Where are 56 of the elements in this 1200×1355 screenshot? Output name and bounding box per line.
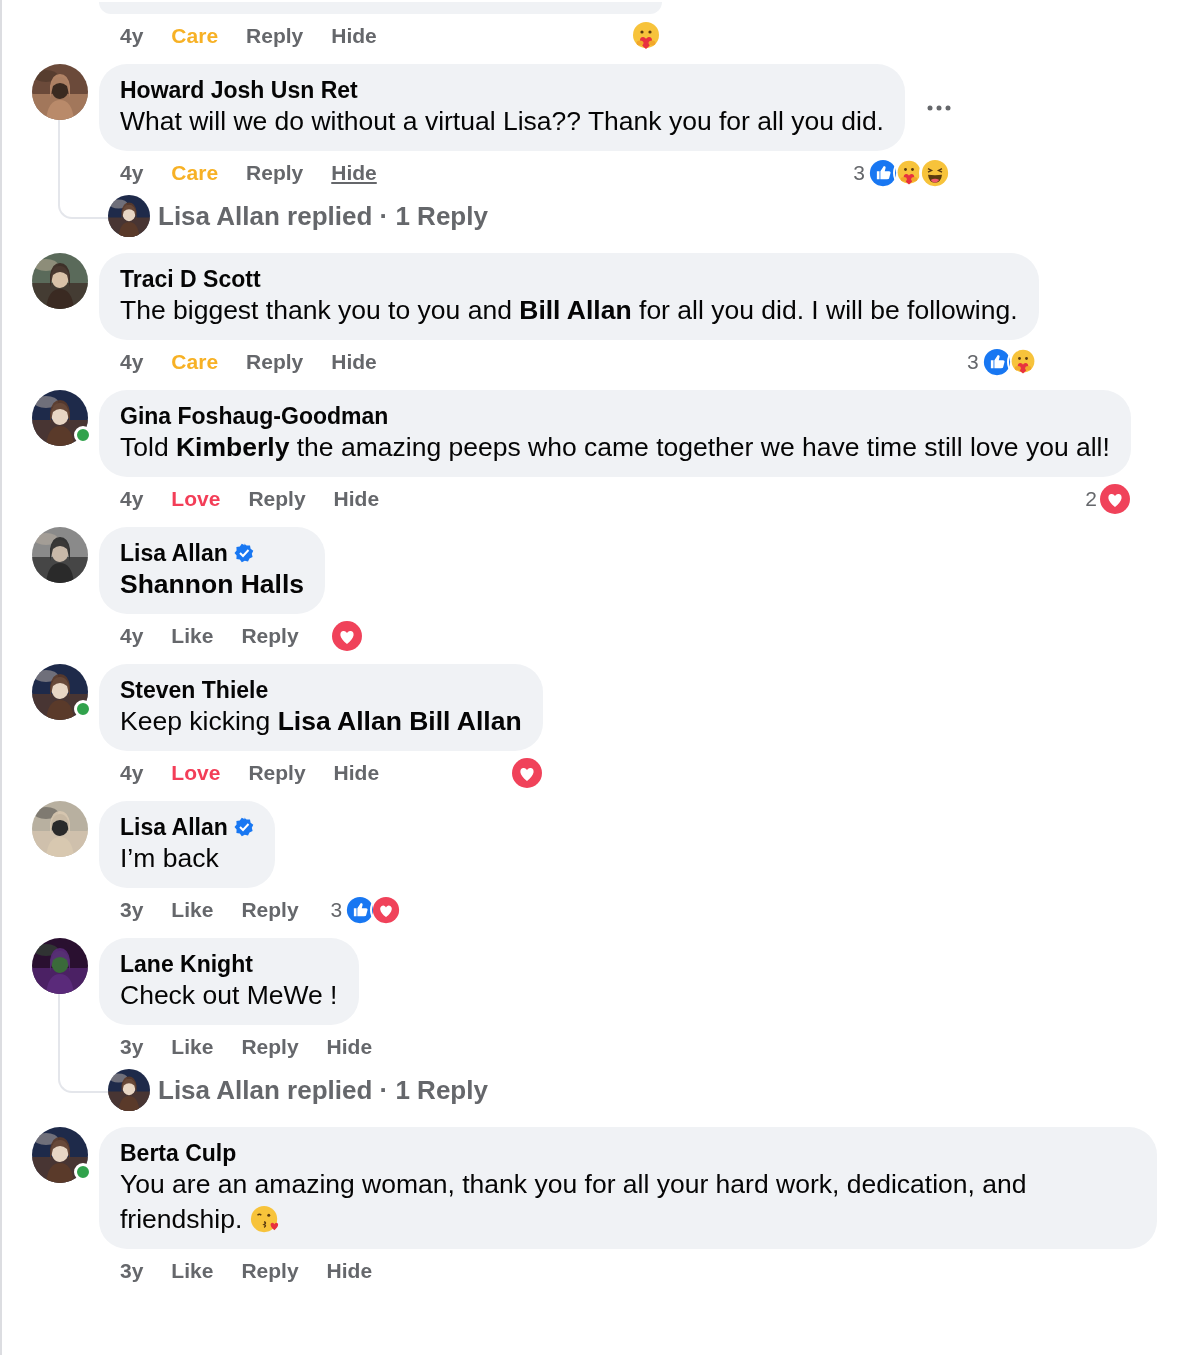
replies-summary[interactable]: Lisa Allan replied · 1 Reply [158, 1070, 488, 1110]
more-options-icon[interactable] [927, 104, 951, 111]
hide-link[interactable]: Hide [333, 483, 380, 515]
comment-text: Shannon Halls [120, 568, 305, 601]
reaction-link[interactable]: Like [171, 894, 214, 926]
comment-time: 4y [120, 23, 144, 50]
comment-time: 3y [120, 1034, 144, 1061]
reaction-count: 3 [853, 160, 865, 187]
reaction-count: 3 [330, 897, 343, 924]
hide-link[interactable]: Hide [331, 346, 377, 378]
reaction-link[interactable]: Like [171, 1031, 214, 1063]
author-name[interactable]: Lane Knight [120, 950, 253, 978]
reaction-count: 2 [1085, 486, 1097, 513]
comment-text: What will we do without a virtual Lisa?? Thank you for all you did. [120, 105, 884, 138]
reply-link[interactable]: Reply [248, 757, 306, 789]
comment-time: 4y [120, 486, 144, 513]
comment-text: Told Kimberly the amazing peeps who came together we have time still love you all! [120, 431, 1110, 464]
author-name[interactable]: Lisa Allan [120, 539, 228, 567]
reaction-link[interactable]: Like [171, 620, 214, 652]
hide-link[interactable]: Hide [326, 1031, 373, 1063]
hide-link[interactable]: Hide [333, 757, 380, 789]
reaction-link[interactable]: Like [171, 1255, 214, 1287]
hide-link[interactable]: Hide [331, 157, 377, 189]
comment-time: 4y [120, 160, 144, 187]
comment-time: 4y [120, 349, 144, 376]
reply-link[interactable]: Reply [241, 1031, 299, 1063]
author-name[interactable]: Traci D Scott [120, 265, 261, 293]
comment-text: Keep kicking Lisa Allan Bill Allan [120, 705, 522, 738]
reply-link[interactable]: Reply [246, 157, 304, 189]
reply-link[interactable]: Reply [241, 620, 299, 652]
reaction-link[interactable]: Love [171, 757, 221, 789]
author-name[interactable]: Lisa Allan [120, 813, 228, 841]
reply-link[interactable]: Reply [248, 483, 306, 515]
reply-link[interactable]: Reply [246, 20, 304, 52]
replies-link[interactable]: Lisa Allan replied · 1 Reply [108, 195, 488, 237]
comment-time: 4y [120, 623, 144, 650]
replies-summary[interactable]: Lisa Allan replied · 1 Reply [158, 196, 488, 236]
comment-text: You are an amazing woman, thank you for all your hard work, dedication, and friendship. [120, 1168, 1028, 1236]
comment-time: 3y [120, 897, 144, 924]
reply-link[interactable]: Reply [241, 894, 299, 926]
reply-link[interactable]: Reply [241, 1255, 299, 1287]
comment-text: The biggest thank you to you and Bill Allan for all you did. I will be following. [120, 294, 1018, 327]
author-name[interactable]: Gina Foshaug-Goodman [120, 402, 389, 430]
comment-time: 4y [120, 760, 144, 787]
author-name[interactable]: Steven Thiele [120, 676, 269, 704]
comment-text: Check out MeWe ! [120, 979, 338, 1012]
hide-link[interactable]: Hide [326, 1255, 373, 1287]
comment-text: I’m back [120, 842, 220, 875]
comment-time: 3y [120, 1258, 144, 1285]
author-name[interactable]: Howard Josh Usn Ret [120, 76, 358, 104]
hide-link[interactable]: Hide [331, 20, 377, 52]
reply-link[interactable]: Reply [246, 346, 304, 378]
author-name[interactable]: Berta Culp [120, 1139, 237, 1167]
reaction-count: 3 [966, 349, 979, 376]
reaction-link[interactable]: Love [171, 483, 221, 515]
replies-link[interactable]: Lisa Allan replied · 1 Reply [108, 1069, 488, 1111]
